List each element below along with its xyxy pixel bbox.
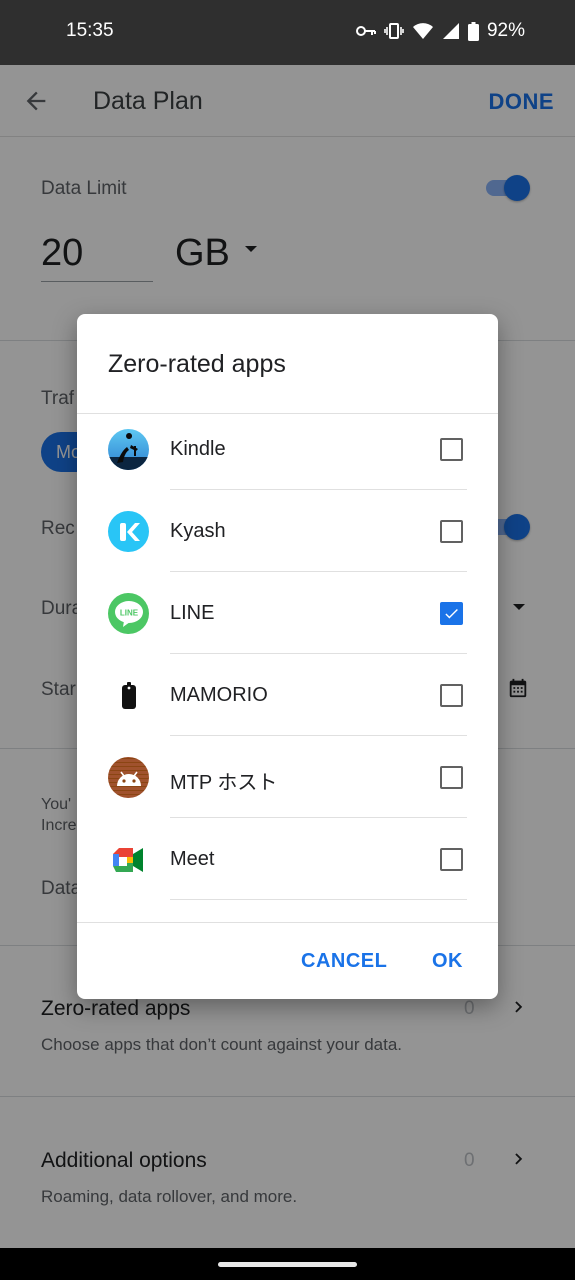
meet-icon xyxy=(108,839,149,880)
dialog-title: Zero-rated apps xyxy=(108,350,286,378)
app-name: LINE xyxy=(170,602,215,624)
home-gesture-handle[interactable] xyxy=(218,1262,357,1267)
cell-signal-icon xyxy=(442,23,459,39)
app-row-mamorio[interactable]: MAMORIO xyxy=(77,660,498,742)
dialog-divider xyxy=(77,922,498,923)
line-icon: LINE xyxy=(108,593,149,634)
row-divider xyxy=(170,571,467,572)
android-icon xyxy=(108,757,149,798)
app-row-kyash[interactable]: Kyash xyxy=(77,496,498,578)
navigation-bar xyxy=(0,1248,575,1280)
checkbox[interactable] xyxy=(440,438,463,461)
zero-rated-apps-dialog: Zero-rated apps Kindle Kyash LINE LINE M… xyxy=(77,314,498,999)
row-divider xyxy=(170,817,467,818)
app-name: MAMORIO xyxy=(170,684,268,706)
cancel-button[interactable]: CANCEL xyxy=(301,950,387,973)
app-name: Kindle xyxy=(170,438,226,460)
status-icons: 92% xyxy=(355,20,525,42)
app-name: Meet xyxy=(170,848,215,870)
row-divider xyxy=(170,735,467,736)
svg-text:LINE: LINE xyxy=(119,608,138,617)
checkbox[interactable] xyxy=(440,848,463,871)
app-row-kindle[interactable]: Kindle xyxy=(77,414,498,496)
status-bar: 15:35 92% xyxy=(0,0,575,65)
row-divider xyxy=(170,653,467,654)
app-name: Kyash xyxy=(170,520,226,542)
checkbox-checked[interactable] xyxy=(440,602,463,625)
vibrate-icon xyxy=(384,23,404,39)
row-divider xyxy=(170,489,467,490)
vpn-key-icon xyxy=(355,26,376,36)
app-row-mtp-host[interactable]: MTP ホスト xyxy=(77,742,498,824)
row-divider xyxy=(170,899,467,900)
checkbox[interactable] xyxy=(440,684,463,707)
battery-icon xyxy=(467,21,479,41)
checkbox[interactable] xyxy=(440,520,463,543)
ok-button[interactable]: OK xyxy=(432,950,463,973)
checkmark-icon xyxy=(445,608,458,619)
app-row-line[interactable]: LINE LINE xyxy=(77,578,498,660)
mamorio-icon xyxy=(108,675,149,716)
wifi-icon xyxy=(412,23,433,39)
app-name: MTP ホスト xyxy=(170,772,278,794)
app-row-meet[interactable]: Meet xyxy=(77,824,498,906)
battery-percent: 92% xyxy=(486,20,525,41)
kindle-icon xyxy=(108,429,149,470)
status-time: 15:35 xyxy=(66,20,114,41)
checkbox[interactable] xyxy=(440,766,463,789)
kyash-icon xyxy=(108,511,149,552)
